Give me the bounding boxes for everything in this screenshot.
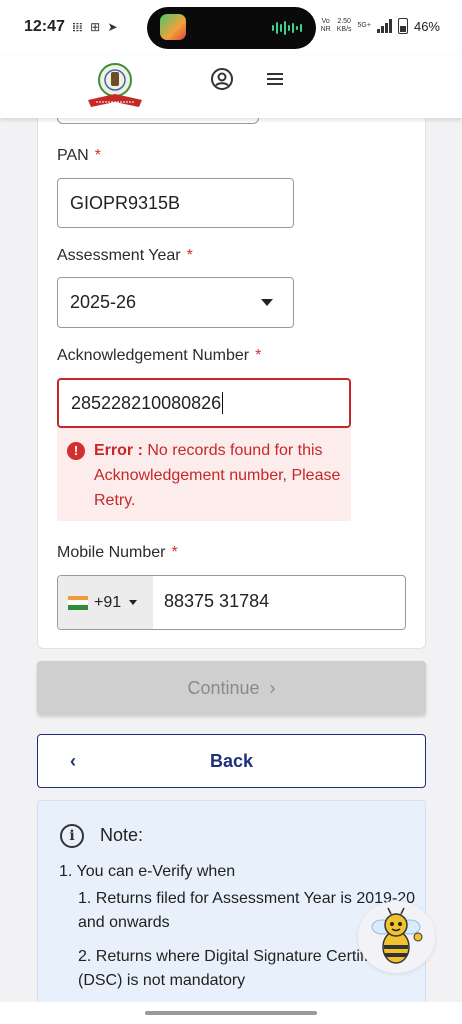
dropdown-arrow-icon bbox=[261, 299, 273, 306]
pan-input[interactable]: GIOPR9315B bbox=[57, 178, 294, 228]
text-cursor bbox=[222, 392, 224, 414]
network-speed: 2.50 KB/s bbox=[336, 18, 352, 33]
info-icon: i bbox=[60, 824, 84, 848]
assessment-year-label: Assessment Year * bbox=[57, 247, 193, 264]
note-title: Note: bbox=[100, 825, 144, 845]
note-line-1: 1. You can e-Verify when bbox=[59, 863, 236, 880]
user-circle-icon[interactable] bbox=[211, 68, 233, 90]
signal-icon bbox=[376, 19, 392, 33]
app-header bbox=[0, 56, 462, 118]
chatbot-bee-button[interactable] bbox=[358, 901, 435, 973]
continue-button[interactable]: Continue › bbox=[37, 661, 426, 715]
everify-form-card: PAN * GIOPR9315B Assessment Year * 2025-26… bbox=[37, 110, 426, 649]
mobile-number-input[interactable]: 88375 31784 bbox=[164, 591, 269, 612]
dynamic-island[interactable] bbox=[147, 7, 316, 49]
chevron-down-icon bbox=[129, 600, 138, 605]
pan-label: PAN * bbox=[57, 147, 101, 164]
ack-number-label: Acknowledgement Number * bbox=[57, 347, 262, 364]
india-flag-icon bbox=[68, 595, 88, 610]
app-icon bbox=[160, 14, 186, 40]
hamburger-menu-icon[interactable] bbox=[265, 71, 285, 87]
country-code-select[interactable]: +91 bbox=[58, 576, 153, 629]
error-icon: ! bbox=[67, 442, 85, 460]
volte-indicator: Vo NR bbox=[320, 18, 331, 33]
back-button[interactable]: ‹ Back bbox=[37, 734, 426, 788]
system-nav-bar bbox=[0, 1002, 462, 1024]
home-gesture-handle[interactable] bbox=[145, 1011, 317, 1015]
audio-wave-icon bbox=[272, 21, 302, 35]
battery-level: 46% bbox=[413, 18, 440, 34]
assessment-year-select[interactable]: 2025-26 bbox=[57, 277, 294, 328]
status-time: 12:47 bbox=[24, 18, 65, 35]
notification-icons: 𝍖 ⊞ ➤ bbox=[72, 20, 120, 34]
network-type: 5G+ bbox=[357, 22, 371, 29]
income-tax-logo-icon[interactable] bbox=[84, 60, 146, 110]
mobile-number-label: Mobile Number * bbox=[57, 544, 178, 561]
chevron-right-icon: › bbox=[269, 677, 276, 698]
bee-mascot-icon bbox=[371, 907, 423, 964]
ack-number-input[interactable]: 285228210080826 bbox=[57, 378, 351, 428]
error-message-box: ! Error : No records found for this Ackn… bbox=[57, 428, 351, 521]
status-right: Vo NR 2.50 KB/s 5G+ 46% bbox=[321, 18, 440, 34]
status-bar: 12:47 𝍖 ⊞ ➤ Vo NR 2.50 KB/s 5G+ 46% bbox=[0, 0, 462, 56]
battery-icon bbox=[397, 18, 408, 34]
mobile-number-field: +91 88375 31784 bbox=[57, 575, 406, 630]
error-text: Error : No records found for this Acknow… bbox=[94, 442, 341, 509]
